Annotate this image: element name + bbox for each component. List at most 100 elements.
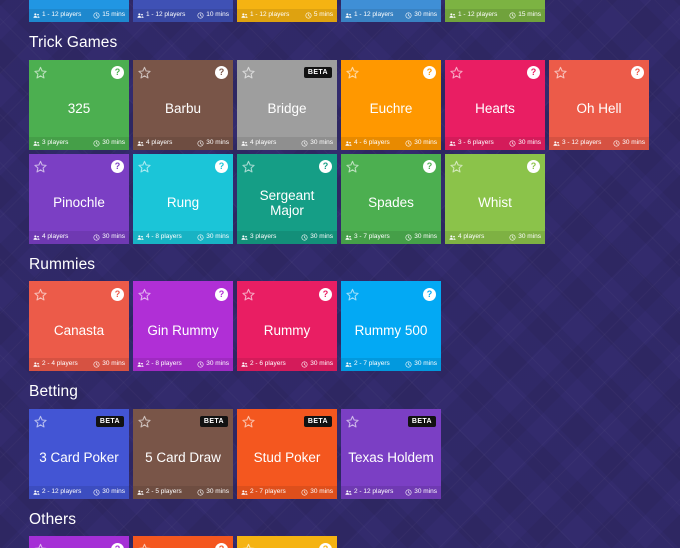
help-circle-icon[interactable]: ? [111, 542, 124, 548]
star-outline-icon[interactable] [34, 160, 47, 173]
card-header: BETA [133, 409, 233, 431]
card-footer: 2 - 5 players 30 mins [133, 485, 233, 499]
card-footer: 2 - 8 players 30 mins [133, 358, 233, 371]
game-card[interactable]: ? Pinochle 4 players 30 mins [29, 153, 129, 244]
help-circle-icon[interactable]: ? [423, 287, 436, 301]
star-outline-icon[interactable] [346, 160, 359, 173]
help-circle-icon[interactable]: ? [111, 287, 124, 301]
game-card[interactable]: ?1 - 12 players5 mins [237, 0, 337, 22]
people-icon [449, 234, 456, 241]
game-card[interactable]: ? Rummy 500 2 - 7 players 30 mins [341, 281, 441, 371]
star-outline-icon[interactable] [346, 66, 359, 79]
star-outline-icon[interactable] [554, 66, 567, 79]
game-card[interactable]: BETA 5 Card Draw 2 - 5 players 30 mins [133, 408, 233, 499]
game-card[interactable]: ? [133, 536, 233, 548]
help-circle-icon[interactable]: ? [423, 66, 436, 79]
players-label: 3 players [42, 138, 69, 146]
star-outline-icon[interactable] [242, 415, 255, 428]
clock-icon [509, 234, 516, 241]
duration-label: 30 mins [414, 11, 437, 19]
people-icon [553, 140, 560, 147]
help-circle-icon[interactable]: ? [319, 287, 332, 301]
star-outline-icon[interactable] [138, 415, 151, 428]
help-circle-icon[interactable]: ? [215, 287, 228, 301]
star-outline-icon[interactable] [242, 66, 255, 79]
help-circle-icon[interactable]: ? [527, 160, 540, 173]
star-outline-icon[interactable] [346, 415, 359, 428]
game-title: Oh Hell [576, 101, 622, 117]
star-outline-icon[interactable] [34, 66, 47, 79]
game-card[interactable]: ? [29, 536, 129, 548]
game-title [241, 0, 333, 9]
duration-label: 5 mins [313, 11, 333, 19]
star-outline-icon[interactable] [242, 543, 255, 548]
duration-label: 10 mins [206, 11, 229, 19]
game-card[interactable]: ?1 - 12 players10 mins [133, 0, 233, 22]
star-outline-icon[interactable] [138, 543, 151, 548]
game-card[interactable]: ? Rummy 2 - 6 players 30 mins [237, 281, 337, 371]
game-card[interactable]: BETA Texas Holdem 2 - 12 players 30 mins [341, 408, 441, 499]
card-footer: 2 - 12 players 30 mins [341, 485, 441, 499]
game-card[interactable]: ? Gin Rummy 2 - 8 players 30 mins [133, 281, 233, 371]
help-circle-icon[interactable]: ? [423, 160, 436, 173]
players-info: 2 - 7 players [345, 361, 390, 368]
players-label: 1 - 12 players [458, 11, 498, 19]
game-card[interactable]: ?1 - 12 players15 mins [445, 0, 545, 22]
game-card[interactable]: ? 325 3 players 30 mins [29, 59, 129, 150]
card-footer: 2 - 4 players 30 mins [29, 358, 129, 371]
game-card[interactable]: BETA Bridge 4 players 30 mins [237, 59, 337, 150]
game-card[interactable]: ? Barbu 4 players 30 mins [133, 59, 233, 150]
star-outline-icon[interactable] [34, 415, 47, 428]
help-circle-icon[interactable]: ? [631, 66, 644, 79]
players-label: 3 - 7 players [354, 232, 390, 240]
game-card[interactable]: ?1 - 12 players15 mins [29, 0, 129, 22]
clock-icon [301, 361, 308, 368]
game-card[interactable]: ? Hearts 3 - 6 players 30 mins [445, 59, 545, 150]
duration-label: 30 mins [310, 232, 333, 240]
game-lobby-page: ? 1 - 12 players 15 mins? 1 - 12 players 10 … [0, 0, 680, 548]
star-outline-icon[interactable] [138, 66, 151, 79]
help-circle-icon[interactable]: ? [215, 66, 228, 79]
card-footer: 1 - 12 players 10 mins [133, 9, 233, 22]
game-card[interactable]: ? Euchre 4 - 6 players 30 mins [341, 59, 441, 150]
star-outline-icon[interactable] [346, 288, 359, 301]
help-circle-icon[interactable]: ? [111, 66, 124, 79]
card-header: ? [29, 536, 129, 548]
card-footer: 4 players 30 mins [29, 230, 129, 244]
game-title: Bridge [267, 101, 307, 117]
star-outline-icon[interactable] [34, 288, 47, 301]
star-outline-icon[interactable] [450, 160, 463, 173]
game-card[interactable]: ? Whist 4 players 30 mins [445, 153, 545, 244]
game-card[interactable]: ? Spades 3 - 7 players 30 mins [341, 153, 441, 244]
game-card[interactable]: ? Sergeant Major 3 players 30 mins [237, 153, 337, 244]
clock-icon [301, 140, 308, 147]
star-outline-icon[interactable] [242, 160, 255, 173]
players-label: 4 players [458, 232, 485, 240]
players-info: 1 - 12 players [33, 12, 81, 19]
players-label: 2 - 12 players [354, 487, 394, 495]
star-outline-icon[interactable] [138, 160, 151, 173]
help-circle-icon[interactable]: ? [215, 542, 228, 548]
people-icon [33, 361, 40, 368]
help-circle-icon[interactable]: ? [215, 160, 228, 173]
help-circle-icon[interactable]: ? [319, 542, 332, 548]
clock-icon [305, 12, 312, 19]
players-label: 2 - 12 players [42, 487, 82, 495]
game-card[interactable]: ? Oh Hell 3 - 12 players 30 mins [549, 59, 649, 150]
game-card[interactable]: ? [237, 536, 337, 548]
duration-info: 30 mins [405, 488, 437, 496]
star-outline-icon[interactable] [138, 288, 151, 301]
game-card[interactable]: ? Canasta 2 - 4 players 30 mins [29, 281, 129, 371]
game-card[interactable]: BETA 3 Card Poker 2 - 12 players 30 mins [29, 408, 129, 499]
help-circle-icon[interactable]: ? [527, 66, 540, 79]
help-circle-icon[interactable]: ? [111, 160, 124, 173]
game-card[interactable]: BETA Stud Poker 2 - 7 players 30 mins [237, 408, 337, 499]
game-card[interactable]: ? Rung 4 - 8 players 30 mins [133, 153, 233, 244]
duration-info: 30 mins [301, 232, 333, 241]
star-outline-icon[interactable] [34, 543, 47, 548]
star-outline-icon[interactable] [242, 288, 255, 301]
card-header: ? [549, 60, 649, 82]
game-card[interactable]: ?1 - 12 players30 mins [341, 0, 441, 22]
help-circle-icon[interactable]: ? [319, 160, 332, 173]
star-outline-icon[interactable] [450, 66, 463, 79]
